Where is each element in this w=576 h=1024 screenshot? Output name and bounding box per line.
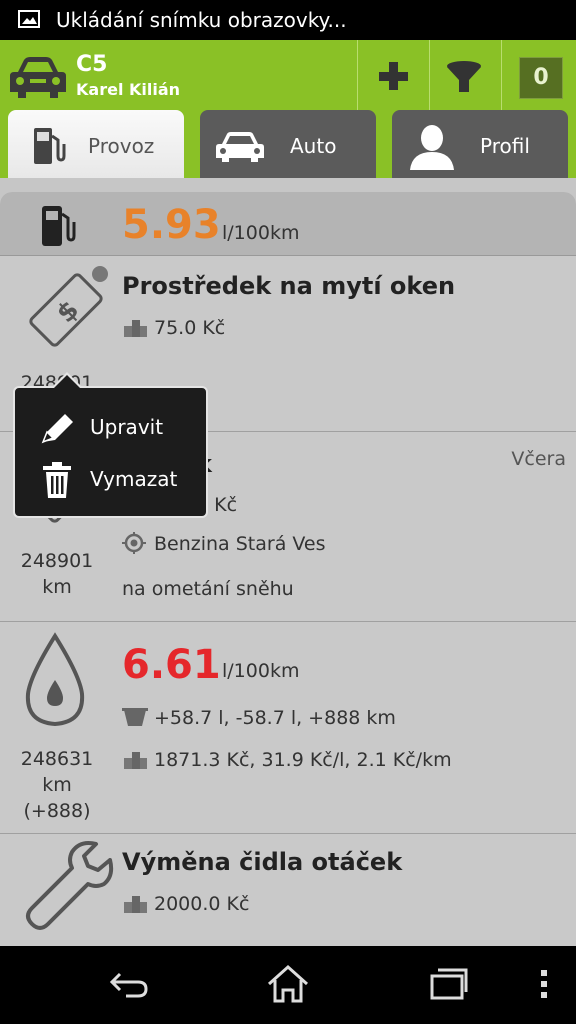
add-button[interactable] bbox=[357, 40, 429, 112]
filter-button[interactable] bbox=[429, 40, 501, 112]
coins-icon bbox=[124, 752, 147, 769]
svg-text:$: $ bbox=[51, 295, 85, 329]
tab-auto-label: Auto bbox=[290, 134, 337, 158]
back-icon[interactable] bbox=[106, 964, 150, 1004]
entry-cost: 2000.0 Kč bbox=[122, 892, 249, 915]
plus-icon bbox=[379, 62, 408, 90]
entry-fuel: +58.7 l, -58.7 l, +888 km bbox=[122, 706, 396, 729]
home-icon[interactable] bbox=[266, 964, 310, 1004]
entry-location: Benzina Stará Ves bbox=[122, 532, 326, 555]
entry-odometer: 248631 bbox=[20, 748, 94, 770]
location-target-icon bbox=[122, 532, 146, 554]
entry-cost-value: 1871.3 Kč, 31.9 Kč/l, 2.1 Kč/km bbox=[154, 749, 452, 771]
context-menu: Upravit Vymazat bbox=[13, 372, 208, 518]
wrench-icon bbox=[26, 841, 114, 930]
coins-icon bbox=[124, 320, 147, 337]
entry-location-value: Benzina Stará Ves bbox=[154, 533, 326, 555]
entry-title: Výměna čidla otáček bbox=[122, 848, 403, 876]
entry-odometer-unit: km bbox=[42, 774, 72, 796]
fuel-drop-icon bbox=[25, 632, 85, 727]
tab-profil[interactable]: Profil bbox=[392, 110, 568, 178]
menu-item-delete[interactable]: Vymazat bbox=[15, 454, 206, 506]
overflow-menu-icon[interactable] bbox=[522, 964, 566, 1004]
filter-icon bbox=[447, 61, 481, 92]
entry-cost-value: 2000.0 Kč bbox=[154, 893, 250, 915]
list-item[interactable]: 6.61 l/100km +58.7 l, -58.7 l, +888 km 1… bbox=[0, 622, 576, 834]
entry-date: Včera bbox=[511, 448, 566, 470]
pencil-icon bbox=[41, 414, 73, 444]
tab-provoz[interactable]: Provoz bbox=[8, 110, 184, 178]
tab-auto[interactable]: Auto bbox=[200, 110, 376, 178]
car-icon bbox=[216, 132, 264, 162]
app-header: C5 Karel Kilián 0 Provoz Auto Profil bbox=[0, 40, 576, 178]
entry-fuel-value: +58.7 l, -58.7 l, +888 km bbox=[154, 707, 396, 729]
tab-profil-label: Profil bbox=[480, 134, 530, 158]
system-nav-bar bbox=[0, 946, 576, 1024]
consumption-unit: l/100km bbox=[222, 222, 300, 244]
entry-odometer-delta: (+888) bbox=[23, 800, 91, 822]
entry-cost: 75.0 Kč bbox=[122, 316, 225, 339]
entry-odometer: 248901 bbox=[20, 550, 94, 572]
price-tag-icon: $ bbox=[29, 266, 108, 347]
average-consumption: 5.93 bbox=[122, 202, 221, 248]
fuel-can-icon bbox=[122, 708, 148, 726]
person-icon bbox=[410, 125, 454, 170]
entry-cost: 1871.3 Kč, 31.9 Kč/l, 2.1 Kč/km bbox=[122, 748, 452, 771]
entries-list[interactable]: 5.93 l/100km $ Prostředek na mytí oken 7… bbox=[0, 192, 576, 946]
tab-provoz-label: Provoz bbox=[88, 134, 155, 158]
trash-icon bbox=[43, 462, 71, 498]
recents-icon[interactable] bbox=[426, 964, 470, 1004]
driver-name: Karel Kilián bbox=[76, 80, 181, 99]
entry-note: na ometání sněhu bbox=[122, 578, 294, 600]
fuel-pump-icon bbox=[42, 206, 76, 246]
menu-item-delete-label: Vymazat bbox=[90, 467, 178, 491]
vehicle-title: C5 bbox=[76, 52, 108, 77]
fuel-pump-icon bbox=[34, 128, 66, 164]
entry-odometer-unit: km bbox=[42, 576, 72, 598]
menu-item-edit[interactable]: Upravit bbox=[15, 402, 206, 454]
image-icon bbox=[18, 10, 40, 28]
content-area: 5.93 l/100km $ Prostředek na mytí oken 7… bbox=[0, 178, 576, 946]
entry-consumption: 6.61 bbox=[122, 642, 221, 688]
coins-icon bbox=[124, 896, 147, 913]
header-divider bbox=[501, 40, 502, 112]
status-notification-text: Ukládání snímku obrazovky... bbox=[56, 8, 347, 32]
popup-arrow-inner bbox=[53, 375, 81, 389]
count-badge[interactable]: 0 bbox=[519, 57, 563, 99]
entry-cost-value: 75.0 Kč bbox=[154, 317, 226, 339]
car-icon[interactable] bbox=[8, 54, 68, 102]
status-bar: Ukládání snímku obrazovky... bbox=[0, 0, 576, 40]
entry-title: Prostředek na mytí oken bbox=[122, 272, 456, 300]
consumption-summary: 5.93 l/100km bbox=[0, 192, 576, 256]
menu-item-edit-label: Upravit bbox=[90, 415, 164, 439]
entry-consumption-unit: l/100km bbox=[222, 660, 300, 682]
list-item[interactable]: Výměna čidla otáček 2000.0 Kč bbox=[0, 834, 576, 946]
